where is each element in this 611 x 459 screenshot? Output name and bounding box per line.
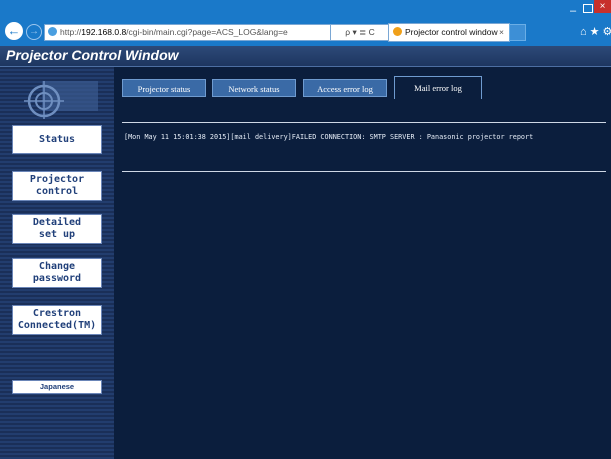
back-button[interactable]: ← [5, 22, 23, 40]
page-title-bar: Projector Control Window [0, 46, 611, 67]
change-password-button[interactable]: Change password [12, 258, 102, 288]
japanese-language-button[interactable]: Japanese [12, 380, 102, 394]
tab-access-error-log[interactable]: Access error log [303, 79, 387, 97]
new-tab-button[interactable] [509, 24, 526, 41]
address-bar[interactable]: http://192.168.0.8/cgi-bin/main.cgi?page… [44, 24, 331, 41]
browser-chrome: ← → http://192.168.0.8/cgi-bin/main.cgi?… [0, 0, 611, 46]
search-refresh-controls[interactable]: ρ ▾ ≣ C [330, 24, 390, 41]
url-prefix: http:// [60, 27, 82, 37]
url-path: /cgi-bin/main.cgi?page=ACS_LOG&lang=e [126, 27, 288, 37]
home-favorites-settings-icons[interactable]: ⌂★⚙ [580, 25, 611, 38]
detailed-setup-button[interactable]: Detailed set up [12, 214, 102, 244]
tab-title: Projector control window [405, 27, 498, 37]
main-content: Projector status Network status Access e… [114, 67, 611, 459]
log-bottom-divider [122, 171, 606, 172]
tab-close-icon[interactable]: × [499, 24, 504, 41]
tab-network-status[interactable]: Network status [212, 79, 296, 97]
maximize-button[interactable] [583, 4, 593, 13]
minimize-button[interactable]: – [570, 5, 576, 17]
log-top-divider [122, 122, 606, 123]
tab-mail-error-log[interactable]: Mail error log [394, 76, 482, 99]
page-title: Projector Control Window [6, 47, 179, 63]
crestron-connected-button[interactable]: Crestron Connected(TM) [12, 305, 102, 335]
status-button[interactable]: Status [12, 125, 102, 154]
close-window-button[interactable]: × [594, 0, 611, 13]
url-host: 192.168.0.8 [81, 27, 127, 37]
projector-logo-icon [24, 81, 98, 119]
browser-tab[interactable]: Projector control window × [388, 23, 510, 42]
tab-projector-status[interactable]: Projector status [122, 79, 206, 97]
mail-error-log-entry: [Mon May 11 15:01:38 2015][mail delivery… [124, 133, 534, 141]
projector-control-button[interactable]: Projector control [12, 171, 102, 201]
sidebar: Status Projector control Detailed set up… [0, 67, 114, 459]
page-icon [48, 27, 57, 36]
ie-icon [393, 27, 402, 36]
forward-button[interactable]: → [26, 24, 42, 40]
